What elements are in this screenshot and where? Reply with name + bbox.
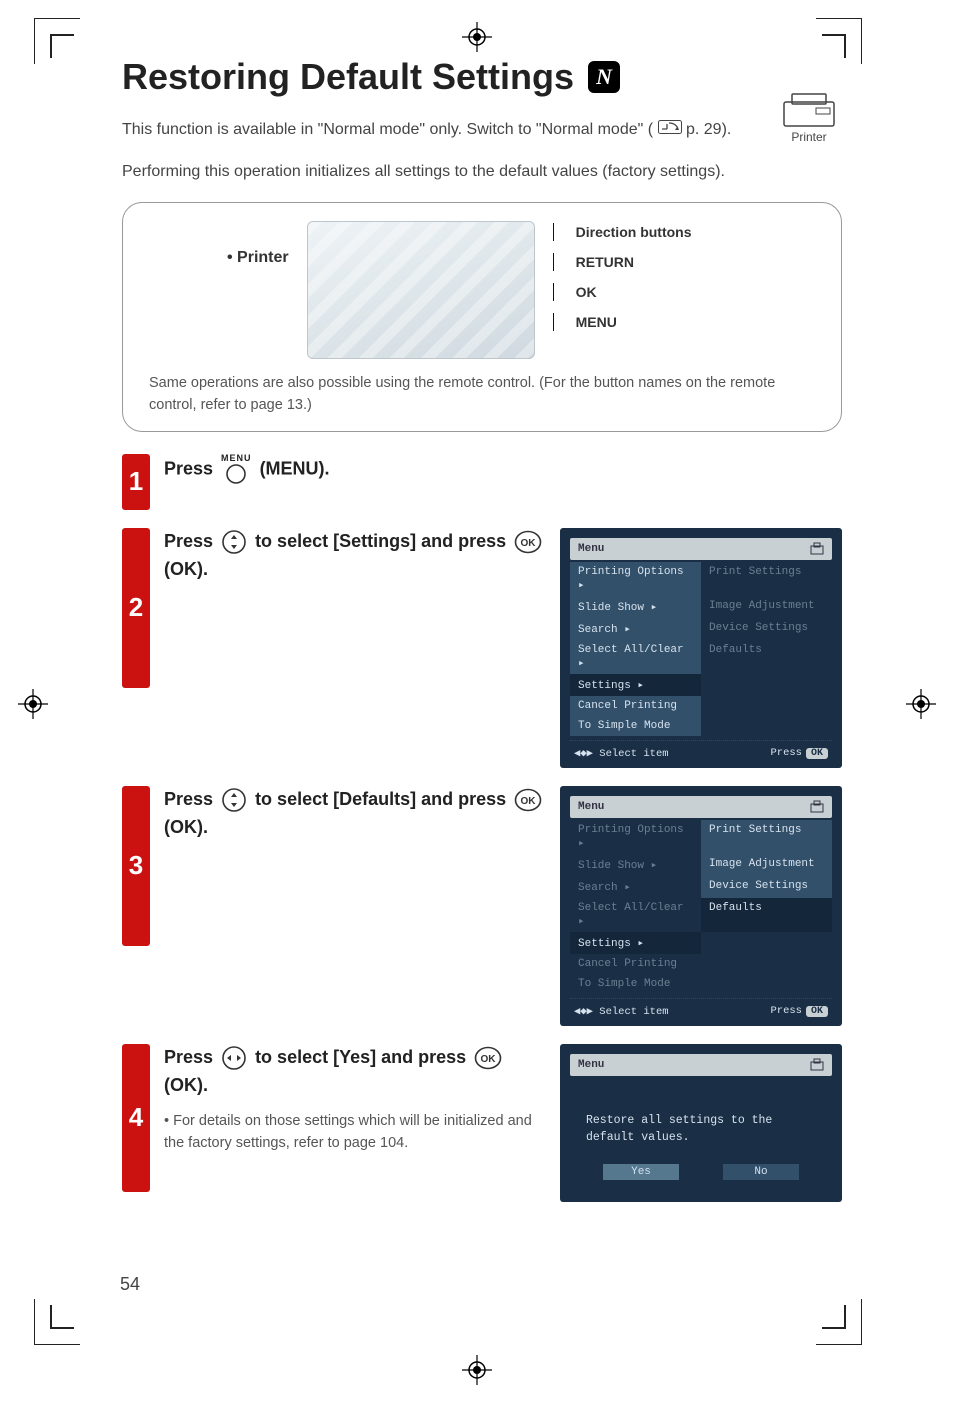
osd-item: Settings ▸ — [570, 932, 701, 954]
registration-mark — [462, 1355, 492, 1385]
osd-item: Print Settings — [701, 562, 832, 596]
step-number: 4 — [122, 1044, 150, 1192]
svg-text:OK: OK — [521, 796, 537, 807]
page-title: Restoring Default Settings N — [122, 56, 842, 98]
registration-mark — [462, 22, 492, 52]
button-callouts: Direction buttons RETURN OK MENU — [553, 223, 692, 331]
osd-footer-left: ◀◆▶ Select item — [574, 747, 669, 760]
updown-button-icon — [221, 529, 247, 555]
svg-text:OK: OK — [521, 538, 537, 549]
crop-mark — [50, 1305, 74, 1329]
leftright-button-icon — [221, 1045, 247, 1071]
svg-text:OK: OK — [481, 1054, 497, 1065]
step-text: to select [Settings] and press — [255, 531, 511, 551]
printer-diagram-panel: • Printer Direction buttons RETURN OK ME… — [122, 202, 842, 432]
normal-mode-badge: N — [588, 61, 620, 93]
osd-item: Search ▸ — [570, 876, 701, 898]
osd-ok-badge: OK — [806, 748, 828, 759]
title-text: Restoring Default Settings — [122, 56, 574, 98]
osd-ok-badge: OK — [806, 1006, 828, 1017]
step-2: 2 Press to select [Settings] and press O… — [122, 528, 842, 768]
osd-item: Printing Options ▸ — [570, 562, 701, 596]
osd-item: Select All/Clear ▸ — [570, 898, 701, 932]
step-text: (MENU). — [260, 458, 330, 478]
printer-context-icon: Printer — [782, 92, 836, 144]
crop-mark — [50, 34, 74, 58]
page-number: 54 — [120, 1274, 140, 1295]
osd-title: Menu — [578, 801, 604, 813]
menu-icon-label: MENU — [221, 454, 252, 463]
osd-item: To Simple Mode — [570, 974, 701, 994]
osd-screenshot-confirm: Menu Restore all settings to the default… — [560, 1044, 842, 1203]
osd-item: Print Settings — [701, 820, 832, 854]
printer-photo-illustration — [307, 221, 535, 359]
print-status-icon — [810, 542, 824, 556]
callout-direction-buttons: Direction buttons — [553, 223, 692, 241]
osd-item-selected: Defaults — [701, 898, 832, 932]
osd-title: Menu — [578, 543, 604, 555]
osd-item: Image Adjustment — [701, 596, 832, 618]
osd-item: Image Adjustment — [701, 854, 832, 876]
step-text: (OK). — [164, 817, 208, 837]
callout-menu: MENU — [553, 313, 692, 331]
step-text: Press — [164, 789, 218, 809]
osd-item: Defaults — [701, 640, 832, 674]
osd-item: To Simple Mode — [570, 716, 701, 736]
printer-context-label: Printer — [791, 130, 826, 144]
registration-mark — [906, 689, 936, 719]
callout-return: RETURN — [553, 253, 692, 271]
osd-yes-button: Yes — [603, 1164, 679, 1180]
osd-item: Select All/Clear ▸ — [570, 640, 701, 674]
osd-footer-left: ◀◆▶ Select item — [574, 1005, 669, 1018]
step-number: 2 — [122, 528, 150, 688]
ok-button-icon: OK — [474, 1046, 502, 1070]
step-1: 1 Press MENU (MENU). — [122, 454, 842, 510]
ok-button-icon: OK — [514, 530, 542, 554]
diagram-note: Same operations are also possible using … — [149, 373, 815, 417]
osd-footer-right: Press — [770, 747, 802, 759]
crop-mark — [822, 34, 846, 58]
osd-item: Device Settings — [701, 618, 832, 640]
osd-item: Cancel Printing — [570, 696, 701, 716]
step-subnote: • For details on those settings which wi… — [164, 1110, 546, 1155]
osd-footer-right: Press — [770, 1005, 802, 1017]
intro-text: p. 29). — [686, 121, 731, 138]
crop-mark — [822, 1305, 846, 1329]
osd-item-selected: Settings ▸ — [570, 674, 701, 696]
step-3: 3 Press to select [Defaults] and press O… — [122, 786, 842, 1026]
osd-item: Printing Options ▸ — [570, 820, 701, 854]
osd-confirm-message: Restore all settings to the default valu… — [570, 1078, 832, 1165]
print-status-icon — [810, 1058, 824, 1072]
intro-text: This function is available in "Normal mo… — [122, 121, 653, 138]
print-status-icon — [810, 800, 824, 814]
osd-title: Menu — [578, 1059, 604, 1071]
step-number: 3 — [122, 786, 150, 946]
osd-item: Search ▸ — [570, 618, 701, 640]
osd-screenshot-defaults: Menu Printing Options ▸Print Settings Sl… — [560, 786, 842, 1026]
intro-paragraph-2: Performing this operation initializes al… — [122, 160, 842, 184]
step-number: 1 — [122, 454, 150, 510]
printer-bullet-label: • Printer — [227, 249, 289, 267]
step-text: (OK). — [164, 559, 208, 579]
osd-item: Slide Show ▸ — [570, 596, 701, 618]
step-text: (OK). — [164, 1075, 208, 1095]
step-text: Press — [164, 458, 218, 478]
step-text: Press — [164, 1047, 218, 1067]
step-text: to select [Yes] and press — [255, 1047, 471, 1067]
registration-mark — [18, 689, 48, 719]
osd-screenshot-settings: Menu Printing Options ▸Print Settings Sl… — [560, 528, 842, 768]
osd-item: Device Settings — [701, 876, 832, 898]
menu-button-icon: MENU — [221, 454, 252, 485]
osd-item: Slide Show ▸ — [570, 854, 701, 876]
step-text: Press — [164, 531, 218, 551]
ok-button-icon: OK — [514, 788, 542, 812]
intro-paragraph-1: This function is available in "Normal mo… — [122, 118, 842, 142]
step-4: 4 Press to select [Yes] and press OK (OK… — [122, 1044, 842, 1203]
osd-item: Cancel Printing — [570, 954, 701, 974]
pointer-icon — [658, 118, 682, 142]
step-text: to select [Defaults] and press — [255, 789, 511, 809]
callout-ok: OK — [553, 283, 692, 301]
updown-button-icon — [221, 787, 247, 813]
osd-no-button: No — [723, 1164, 799, 1180]
